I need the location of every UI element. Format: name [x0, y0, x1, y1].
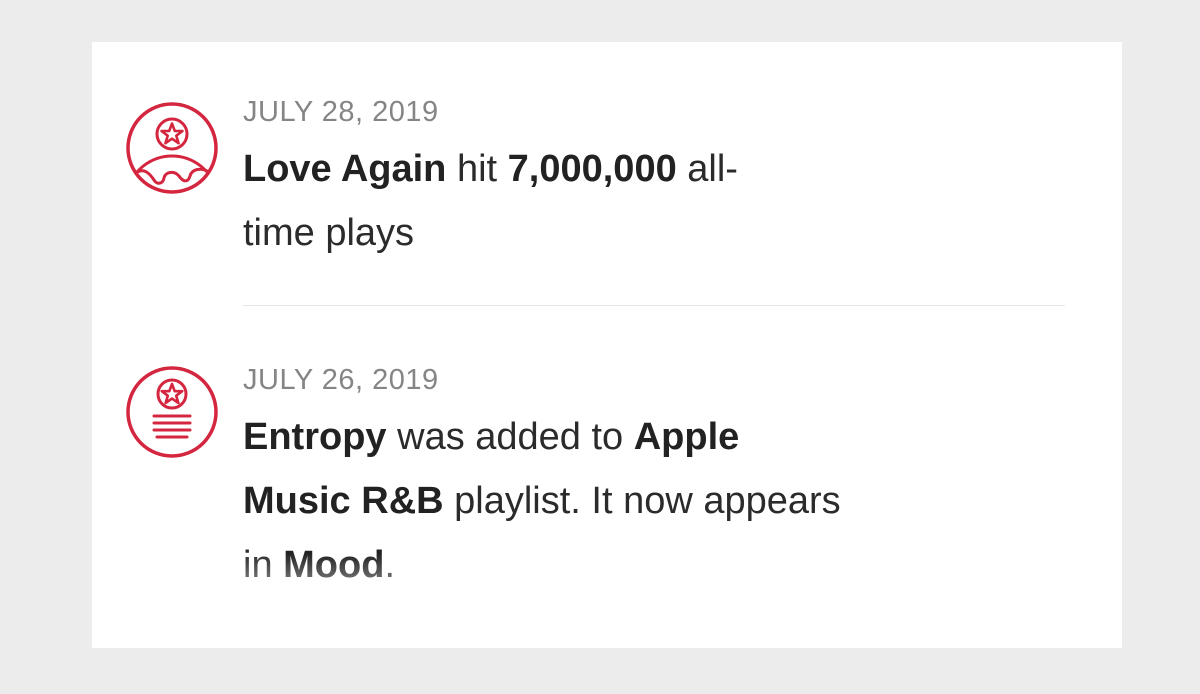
- item-date: JULY 26, 2019: [243, 364, 439, 396]
- feed-item[interactable]: JULY 28, 2019 Love Again hit 7,000,000 a…: [92, 42, 1122, 306]
- feed-item[interactable]: JULY 26, 2019 Entropy was added to Apple…: [92, 306, 1122, 648]
- activity-feed-card: JULY 28, 2019 Love Again hit 7,000,000 a…: [92, 42, 1122, 648]
- text-span: playlist. It now appears: [443, 480, 841, 522]
- playlist-name: Music R&B: [243, 480, 444, 522]
- playlist-name: Apple: [633, 416, 740, 458]
- play-count: 7,000,000: [507, 148, 677, 190]
- track-name: Love Again: [243, 148, 447, 190]
- item-text: Entropy was added to Apple Music R&B pla…: [243, 405, 841, 597]
- text-span: time plays: [243, 212, 415, 254]
- item-date: JULY 28, 2019: [243, 96, 439, 128]
- item-text: Love Again hit 7,000,000 all- time plays: [243, 137, 738, 265]
- playlist-name: Mood: [283, 544, 385, 586]
- text-span: was added to: [386, 416, 634, 458]
- text-span: .: [384, 544, 395, 586]
- track-name: Entropy: [243, 416, 387, 458]
- text-span: in: [243, 544, 284, 586]
- globe-star-icon: [124, 100, 220, 196]
- text-span: all-: [676, 148, 738, 190]
- playlist-star-icon: [124, 364, 220, 460]
- text-span: hit: [446, 148, 508, 190]
